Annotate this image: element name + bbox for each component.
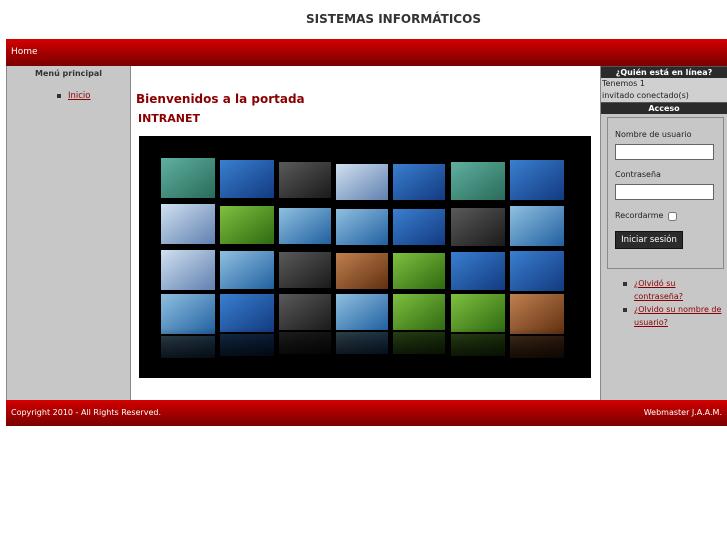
footer-copyright: Copyright 2010 - All Rights Reserved. <box>11 408 161 417</box>
footer-bar: Copyright 2010 - All Rights Reserved. We… <box>6 400 727 426</box>
list-item: ¿Olvidó su contraseña? <box>601 277 727 303</box>
remember-row: Recordarme <box>615 210 723 222</box>
username-input[interactable] <box>615 144 714 160</box>
screens-row-2 <box>161 204 564 246</box>
top-nav-bar: Home <box>6 39 727 66</box>
list-item: ¿Olvido su nombre de usuario? <box>601 303 727 329</box>
screens-row-3 <box>161 250 564 291</box>
forgot-username-link[interactable]: ¿Olvido su nombre de usuario? <box>634 305 721 327</box>
remember-checkbox[interactable] <box>668 211 678 221</box>
right-sidebar: ¿Quién está en línea? Tenemos 1 invitado… <box>600 66 727 400</box>
username-label: Nombre de usuario <box>615 130 692 139</box>
login-help-links: ¿Olvidó su contraseña? ¿Olvido su nombre… <box>601 277 727 329</box>
login-form: Nombre de usuario Contraseña Recordarme … <box>607 117 724 269</box>
hero-image <box>139 136 591 378</box>
who-online-line1: Tenemos 1 <box>601 78 727 90</box>
main-menu-title: Menú principal <box>34 69 103 78</box>
hero-screens-wall <box>139 158 591 378</box>
main-menu-list: Inicio <box>7 90 130 102</box>
page-subheading: INTRANET <box>138 112 201 125</box>
forgot-password-link[interactable]: ¿Olvidó su contraseña? <box>634 279 683 301</box>
login-title: Acceso <box>601 102 727 114</box>
site-title: SISTEMAS INFORMÁTICOS <box>306 12 481 26</box>
password-label: Contraseña <box>615 170 661 179</box>
menu-link-inicio[interactable]: Inicio <box>68 91 91 101</box>
login-button[interactable]: Iniciar sesión <box>615 231 683 249</box>
page-heading: Bienvenidos a la portada <box>136 92 305 106</box>
who-online-line2: invitado conectado(s) <box>601 90 727 102</box>
footer-webmaster: Webmaster J.A.A.M. <box>643 408 722 417</box>
screens-row-1 <box>161 158 564 200</box>
main-content: Bienvenidos a la portada INTRANET <box>132 66 600 400</box>
left-sidebar: Menú principal Inicio <box>6 66 131 400</box>
who-online-title: ¿Quién está en línea? <box>601 66 727 78</box>
password-input[interactable] <box>615 184 714 200</box>
nav-home-link[interactable]: Home <box>11 39 38 66</box>
main-menu-item: Inicio <box>7 90 130 102</box>
remember-label: Recordarme <box>615 211 664 220</box>
